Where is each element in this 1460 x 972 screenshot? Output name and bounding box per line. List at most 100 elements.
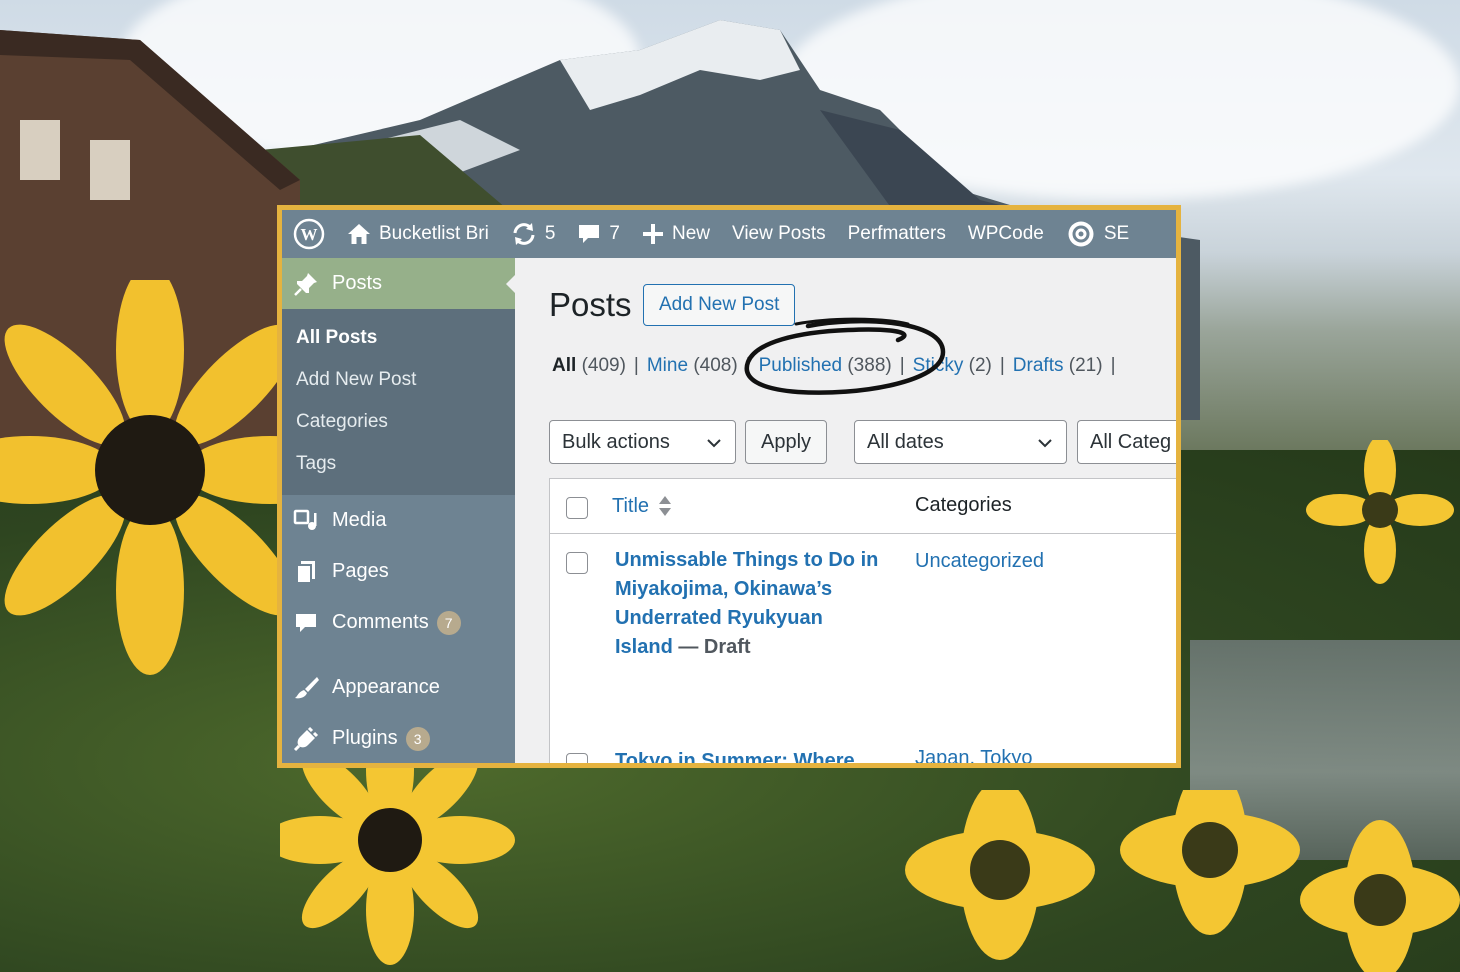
menu-posts-label: Posts (332, 272, 383, 294)
updates-link[interactable]: 5 (500, 210, 567, 258)
plug-icon (292, 725, 320, 753)
post-category-link[interactable]: Japan, Tokyo (915, 747, 1033, 763)
bulk-actions-value: Bulk actions (562, 430, 670, 453)
column-categories: Categories (915, 494, 1012, 516)
filter-mine-count: (408) (693, 355, 738, 376)
new-label: New (671, 223, 710, 244)
plus-icon (642, 224, 663, 244)
admin-sidebar: Posts All Posts Add New Post Categories … (282, 258, 515, 763)
sunflower (0, 280, 300, 675)
filter-published[interactable]: Published (759, 355, 842, 376)
column-title-sort[interactable]: Title (612, 494, 673, 518)
row-checkbox[interactable] (566, 753, 588, 763)
page-title: Posts (549, 286, 632, 323)
posts-table: Title Categories Unmissable Things to Do… (549, 478, 1176, 763)
wordpress-logo-button[interactable]: W (282, 210, 336, 258)
separator: | (745, 355, 751, 376)
submenu-tags[interactable]: Tags (282, 443, 515, 485)
site-name: Bucketlist Bri (379, 223, 489, 244)
separator: | (899, 355, 905, 376)
filter-all-count: (409) (581, 355, 626, 376)
separator: | (633, 355, 639, 376)
filter-published-label: Published (758, 355, 843, 376)
wordpress-logo-icon: W (293, 218, 325, 250)
menu-comments[interactable]: Comments 7 (282, 597, 515, 648)
filter-sticky-label: Sticky (912, 355, 964, 376)
submenu-categories[interactable]: Categories (282, 401, 515, 443)
menu-plugins[interactable]: Plugins 3 (282, 713, 515, 763)
submenu-all-posts[interactable]: All Posts (282, 317, 515, 359)
menu-pages[interactable]: Pages (282, 546, 515, 597)
dates-filter-value: All dates (867, 430, 944, 453)
post-title-link[interactable]: Unmissable Things to Do in Miyakojima, O… (615, 546, 885, 662)
post-title-text: Tokyo in Summer: Where (615, 750, 855, 768)
pushpin-icon (292, 270, 320, 298)
filter-drafts-count: (21) (1068, 355, 1103, 376)
menu-media[interactable]: Media (282, 495, 515, 546)
comments-badge: 7 (436, 610, 461, 635)
view-posts-link[interactable]: View Posts (721, 210, 837, 258)
updates-count: 5 (544, 223, 556, 244)
row-checkbox[interactable] (566, 552, 588, 574)
seo-label: SE (1103, 223, 1130, 244)
menu-pages-label: Pages (332, 560, 389, 582)
menu-media-label: Media (332, 509, 387, 531)
comments-count: 7 (609, 223, 620, 244)
categories-filter-select[interactable]: All Categ (1077, 420, 1176, 464)
select-all-checkbox[interactable] (566, 497, 588, 519)
table-header: Title Categories (550, 479, 1176, 534)
refresh-icon (513, 223, 535, 245)
dates-filter-select[interactable]: All dates (854, 420, 1067, 464)
svg-text:W: W (301, 225, 318, 244)
filter-all-label: All (552, 355, 577, 376)
filter-drafts-label: Drafts (1012, 355, 1064, 376)
comment-bubble-icon (579, 225, 600, 243)
home-icon (348, 224, 370, 244)
categories-filter-value: All Categ (1090, 430, 1172, 453)
bulk-actions-select[interactable]: Bulk actions (549, 420, 736, 464)
new-content-link[interactable]: New (631, 210, 721, 258)
sunflower (1306, 440, 1454, 584)
post-status-filters: All (409) | Mine (408) | Published (388) | Sti… (552, 355, 1124, 377)
chevron-down-icon (1038, 439, 1052, 448)
filter-published-count: (388) (847, 355, 892, 376)
table-row: Tokyo in Summer: Where Japan, Tokyo (550, 747, 1176, 763)
seo-gear-icon (1068, 221, 1094, 247)
menu-posts[interactable]: Posts (282, 258, 515, 309)
menu-comments-label: Comments (332, 611, 429, 633)
post-title-link[interactable]: Tokyo in Summer: Where (615, 747, 915, 768)
comments-icon (292, 609, 320, 637)
posts-submenu: All Posts Add New Post Categories Tags (282, 309, 515, 495)
wp-admin-screenshot: W Bucketlist Bri 5 7 New View Posts Perf… (277, 205, 1181, 768)
column-title-label: Title (612, 494, 650, 517)
admin-bar: W Bucketlist Bri 5 7 New View Posts Perf… (282, 210, 1176, 258)
pages-icon (292, 558, 320, 586)
wpcode-link[interactable]: WPCode (957, 210, 1055, 258)
seo-link[interactable]: SE (1055, 210, 1140, 258)
table-row: Unmissable Things to Do in Miyakojima, O… (550, 534, 1176, 754)
menu-appearance-label: Appearance (332, 676, 440, 698)
add-new-post-button[interactable]: Add New Post (643, 284, 796, 326)
comments-link[interactable]: 7 (566, 210, 631, 258)
filter-all[interactable]: All (552, 355, 576, 376)
filter-sticky-count: (2) (968, 355, 992, 376)
menu-appearance[interactable]: Appearance (282, 662, 515, 713)
filter-drafts[interactable]: Drafts (1013, 355, 1064, 376)
filter-mine-label: Mine (646, 355, 689, 376)
submenu-add-new-post[interactable]: Add New Post (282, 359, 515, 401)
perfmatters-link[interactable]: Perfmatters (837, 210, 957, 258)
post-category-link[interactable]: Uncategorized (915, 550, 1044, 573)
paintbrush-icon (292, 674, 320, 702)
filter-mine[interactable]: Mine (647, 355, 688, 376)
separator: | (1110, 355, 1116, 376)
site-name-link[interactable]: Bucketlist Bri (336, 210, 500, 258)
apply-button[interactable]: Apply (745, 420, 828, 464)
filter-sticky[interactable]: Sticky (913, 355, 964, 376)
sort-arrows-icon (659, 496, 672, 516)
post-state: — Draft (672, 636, 751, 658)
separator: | (999, 355, 1005, 376)
main-content: Posts Add New Post All (409) | Mine (408) |… (515, 258, 1176, 763)
sunflower-cluster (905, 790, 1460, 972)
media-icon (292, 507, 320, 535)
chevron-down-icon (707, 439, 721, 448)
